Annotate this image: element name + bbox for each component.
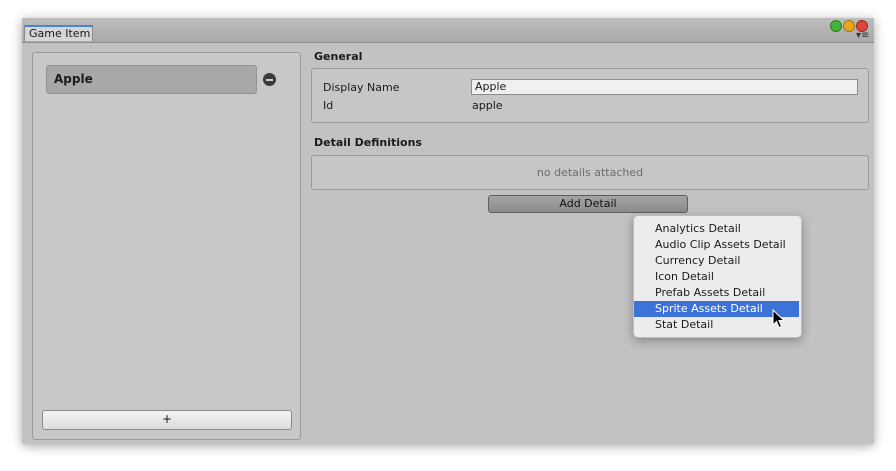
- no-details-message: no details attached: [536, 166, 644, 179]
- minimize-window-button[interactable]: [843, 20, 855, 32]
- menu-item-icon-detail[interactable]: Icon Detail: [634, 269, 799, 285]
- tab-game-item[interactable]: Game Item: [24, 25, 93, 41]
- zoom-window-button[interactable]: [830, 20, 842, 32]
- display-name-label: Display Name: [323, 81, 400, 94]
- display-name-field[interactable]: Apple: [471, 79, 858, 95]
- id-label: Id: [323, 99, 334, 112]
- detail-definitions-title: Detail Definitions: [314, 136, 422, 149]
- mouse-cursor-icon: [772, 309, 786, 329]
- list-item-apple[interactable]: Apple: [46, 65, 257, 94]
- general-section-title: General: [314, 50, 363, 63]
- menu-item-audio-clip-assets-detail[interactable]: Audio Clip Assets Detail: [634, 237, 799, 253]
- editor-window: Game Item ▾≡ Apple + General Display Nam…: [22, 18, 874, 444]
- panel-menu-icon[interactable]: ▾≡: [856, 31, 869, 41]
- tab-bar: Game Item ▾≡: [22, 18, 874, 43]
- menu-item-currency-detail[interactable]: Currency Detail: [634, 253, 799, 269]
- id-value: apple: [472, 99, 503, 112]
- add-item-button[interactable]: +: [42, 410, 292, 430]
- add-detail-button[interactable]: Add Detail: [488, 195, 688, 213]
- details-box: no details attached: [311, 155, 869, 190]
- item-list-panel: Apple +: [32, 52, 301, 440]
- remove-item-icon[interactable]: [263, 73, 276, 86]
- menu-item-prefab-assets-detail[interactable]: Prefab Assets Detail: [634, 285, 799, 301]
- general-section-box: Display Name Apple Id apple: [311, 68, 869, 123]
- menu-item-analytics-detail[interactable]: Analytics Detail: [634, 221, 799, 237]
